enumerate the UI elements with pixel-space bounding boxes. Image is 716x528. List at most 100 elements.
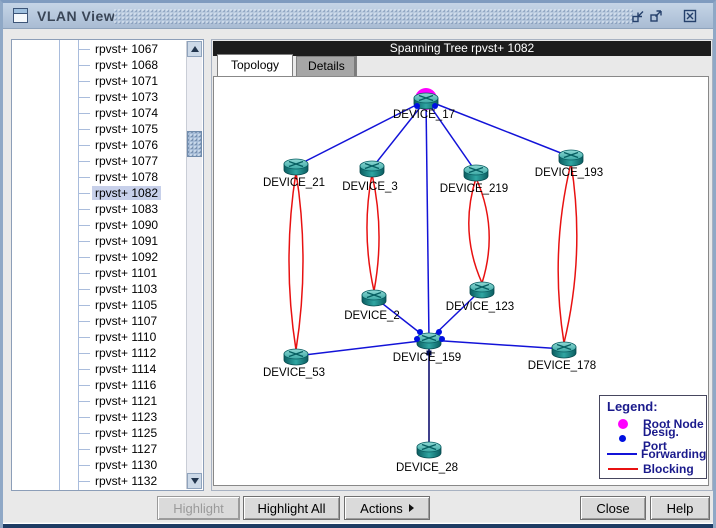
maximize-button[interactable] [647, 7, 665, 25]
tree-item-label: rpvst+ 1103 [92, 282, 160, 296]
tab-topology[interactable]: Topology [217, 54, 293, 76]
tree-item-label: rpvst+ 1082 [92, 186, 161, 200]
device-label: DEVICE_53 [263, 367, 325, 379]
arrow-down-icon [191, 478, 199, 484]
tree-item[interactable]: rpvst+ 1114 [12, 361, 186, 377]
tree-item[interactable]: rpvst+ 1091 [12, 233, 186, 249]
tree-item[interactable]: rpvst+ 1103 [12, 281, 186, 297]
scroll-up-button[interactable] [187, 41, 202, 57]
footer-buttons: Highlight Highlight All Actions Close He… [3, 491, 713, 522]
close-window-button[interactable] [681, 7, 699, 25]
tree-item[interactable]: rpvst+ 1110 [12, 329, 186, 345]
designated-port-marker [414, 336, 420, 342]
window-icon [13, 8, 28, 23]
blocking-link [289, 172, 296, 350]
tree-item[interactable]: rpvst+ 1077 [12, 153, 186, 169]
tree-item[interactable]: rpvst+ 1123 [12, 409, 186, 425]
device-node-device_2[interactable]: DEVICE_2 [344, 290, 400, 322]
legend-item-label: Forwarding [641, 447, 706, 461]
tree-item[interactable]: rpvst+ 1082 [12, 185, 186, 201]
tree-item[interactable]: rpvst+ 1107 [12, 313, 186, 329]
legend-swatch-line-blue [607, 453, 637, 455]
forwarding-link [426, 100, 429, 340]
tree-item-label: rpvst+ 1112 [92, 346, 159, 360]
tree-item[interactable]: rpvst+ 1090 [12, 217, 186, 233]
designated-port-marker [439, 336, 445, 342]
help-button[interactable]: Help [650, 496, 710, 520]
tree-item[interactable]: rpvst+ 1074 [12, 105, 186, 121]
tree-item[interactable]: rpvst+ 1127 [12, 441, 186, 457]
legend-item: Forwarding [607, 446, 706, 461]
scrollbar-thumb[interactable] [187, 131, 202, 157]
tree-scrollbar[interactable] [186, 41, 202, 489]
tree-item-label: rpvst+ 1107 [92, 314, 160, 328]
designated-port-marker [417, 329, 423, 335]
device-label: DEVICE_178 [528, 360, 596, 372]
device-node-device_219[interactable]: DEVICE_219 [440, 165, 508, 195]
legend-items: Root NodeDesig. PortForwardingBlocking [607, 416, 706, 476]
forwarding-link [429, 340, 564, 349]
device-node-device_193[interactable]: DEVICE_193 [535, 150, 603, 179]
legend-swatch-dot-magenta [618, 419, 628, 429]
tree-item-label: rpvst+ 1132 [92, 474, 160, 488]
tree-item[interactable]: rpvst+ 1078 [12, 169, 186, 185]
device-node-device_123[interactable]: DEVICE_123 [446, 282, 514, 313]
device-node-device_17[interactable]: DEVICE_17 [393, 88, 455, 121]
tree-item-label: rpvst+ 1067 [92, 42, 161, 56]
device-label: DEVICE_193 [535, 167, 603, 179]
titlebar[interactable]: VLAN View [3, 3, 713, 29]
legend: Legend: Root NodeDesig. PortForwardingBl… [599, 395, 707, 479]
legend-title: Legend: [607, 399, 706, 414]
tree-item[interactable]: rpvst+ 1112 [12, 345, 186, 361]
device-node-device_3[interactable]: DEVICE_3 [342, 161, 398, 193]
tree-item[interactable]: rpvst+ 1116 [12, 377, 186, 393]
tree-item[interactable]: rpvst+ 1076 [12, 137, 186, 153]
tree-item-label: rpvst+ 1083 [92, 202, 161, 216]
tree-item[interactable]: rpvst+ 1067 [12, 41, 186, 57]
device-label: DEVICE_123 [446, 301, 514, 313]
menu-arrow-icon [409, 504, 414, 512]
tree-item[interactable]: rpvst+ 1132 [12, 473, 186, 489]
tree-item[interactable]: rpvst+ 1071 [12, 73, 186, 89]
arrow-up-icon [191, 46, 199, 52]
tree-item[interactable]: rpvst+ 1121 [12, 393, 186, 409]
device-node-device_178[interactable]: DEVICE_178 [528, 342, 596, 372]
tree-item[interactable]: rpvst+ 1083 [12, 201, 186, 217]
vlan-view-window: VLAN View rpvst+ 1067rpvst+ 1068rpvst+ 1… [0, 0, 716, 528]
tree-item-label: rpvst+ 1123 [92, 410, 160, 424]
tree-item[interactable]: rpvst+ 1105 [12, 297, 186, 313]
tree-item-label: rpvst+ 1121 [92, 394, 160, 408]
tree-item[interactable]: rpvst+ 1068 [12, 57, 186, 73]
highlight-button[interactable]: Highlight [157, 496, 240, 520]
device-node-device_21[interactable]: DEVICE_21 [263, 159, 325, 189]
highlight-all-button[interactable]: Highlight All [243, 496, 340, 520]
tree-item[interactable]: rpvst+ 1073 [12, 89, 186, 105]
tree-item-label: rpvst+ 1077 [92, 154, 161, 168]
tree-item[interactable]: rpvst+ 1092 [12, 249, 186, 265]
device-node-device_159[interactable]: DEVICE_159 [393, 329, 461, 364]
tree-item[interactable]: rpvst+ 1130 [12, 457, 186, 473]
spanning-tree-panel: Spanning Tree rpvst+ 1082 Topology Detai… [211, 39, 713, 491]
minimize-button[interactable] [629, 7, 647, 25]
tree-item[interactable]: rpvst+ 1125 [12, 425, 186, 441]
legend-item: Blocking [607, 461, 706, 476]
window-bottom-border [0, 522, 716, 528]
topology-canvas: DEVICE_17 DEVICE_21 DEVICE_3 DEVICE_219 DEVI… [213, 76, 709, 486]
designated-port-marker [436, 329, 442, 335]
close-icon [682, 8, 698, 24]
tree-item-label: rpvst+ 1076 [92, 138, 161, 152]
tab-details[interactable]: Details [296, 56, 357, 76]
device-node-device_28[interactable]: DEVICE_28 [396, 442, 458, 474]
legend-item-label: Blocking [643, 462, 694, 476]
tree-item[interactable]: rpvst+ 1101 [12, 265, 186, 281]
tree-item-label: rpvst+ 1105 [92, 298, 160, 312]
blocking-link [296, 172, 303, 350]
tree-item-label: rpvst+ 1092 [92, 250, 161, 264]
tree-item-label: rpvst+ 1091 [92, 234, 161, 248]
tree-item[interactable]: rpvst+ 1075 [12, 121, 186, 137]
close-button[interactable]: Close [580, 496, 646, 520]
tree-item-label: rpvst+ 1078 [92, 170, 161, 184]
actions-button[interactable]: Actions [344, 496, 430, 520]
scroll-down-button[interactable] [187, 473, 202, 489]
device-label: DEVICE_3 [342, 181, 398, 193]
